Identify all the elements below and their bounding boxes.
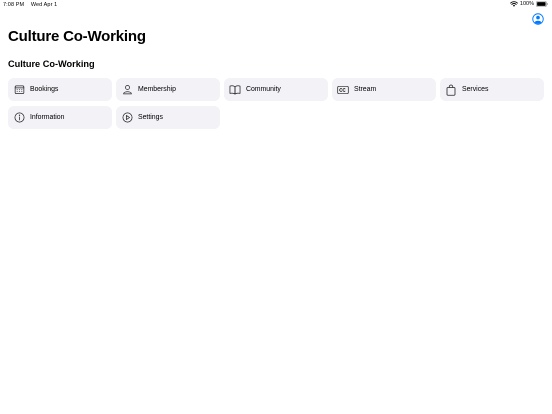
person-circle-icon [532, 12, 544, 29]
calendar-icon [13, 84, 25, 96]
wifi-icon [510, 1, 518, 7]
person-icon [121, 84, 133, 96]
battery-fill [537, 2, 546, 6]
status-bar: 7:08 PM Wed Apr 1 100% [0, 0, 552, 10]
tile-label-stream: Stream [354, 86, 377, 93]
tile-label-bookings: Bookings [30, 86, 59, 93]
captions-icon [337, 84, 349, 96]
tile-settings[interactable]: Settings [116, 106, 220, 129]
tile-label-information: Information [30, 114, 65, 121]
info-icon [13, 112, 25, 124]
tile-stream[interactable]: Stream [332, 78, 436, 101]
tile-label-membership: Membership [138, 86, 176, 93]
status-time: 7:08 PM [3, 2, 25, 8]
book-icon [229, 84, 241, 96]
profile-button[interactable] [532, 12, 544, 25]
tile-information[interactable]: Information [8, 106, 112, 129]
tile-bookings[interactable]: Bookings [8, 78, 112, 101]
tile-label-services: Services [462, 86, 489, 93]
tile-label-community: Community [246, 86, 281, 93]
page-title: Culture Co-Working [8, 28, 146, 45]
battery-percent: 100% [519, 1, 534, 7]
status-date: Wed Apr 1 [30, 2, 58, 8]
status-indicators: 100% [510, 1, 548, 7]
settings-icon [121, 112, 133, 124]
battery-icon [536, 1, 548, 7]
tile-label-settings: Settings [138, 114, 163, 121]
tile-community[interactable]: Community [224, 78, 328, 101]
bag-icon [445, 84, 457, 96]
menu-grid: Bookings Membership Community Stream Ser… [8, 78, 544, 129]
tile-services[interactable]: Services [440, 78, 544, 101]
status-time-date: 7:08 PM Wed Apr 1 [3, 2, 62, 8]
section-title: Culture Co-Working [8, 59, 95, 69]
tile-membership[interactable]: Membership [116, 78, 220, 101]
